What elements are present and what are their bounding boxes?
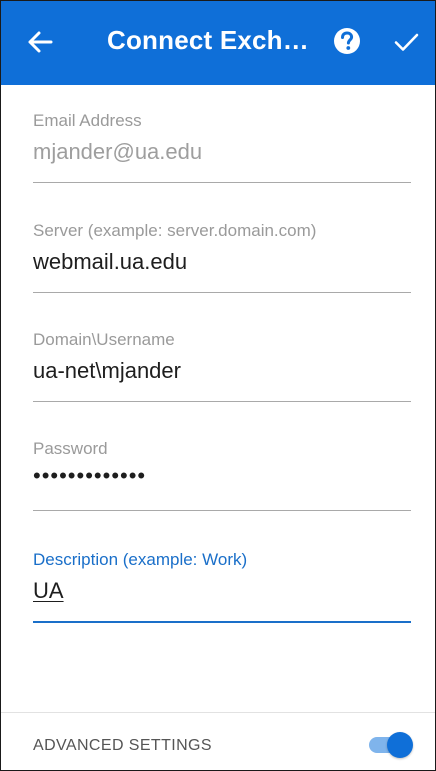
username-underline: [33, 401, 411, 402]
divider: [1, 712, 435, 713]
server-underline: [33, 292, 411, 293]
server-label: Server (example: server.domain.com): [33, 221, 317, 240]
page-title: Connect Exch…: [107, 25, 309, 55]
server-input[interactable]: webmail.ua.edu: [33, 249, 187, 275]
username-input[interactable]: ua-net\mjander: [33, 358, 181, 384]
app-bar: Connect Exch…: [1, 1, 435, 85]
username-label: Domain\Username: [33, 330, 175, 349]
email-label: Email Address: [33, 111, 142, 130]
password-label: Password: [33, 439, 108, 458]
password-input[interactable]: •••••••••••••: [33, 463, 146, 489]
arrow-left-icon[interactable]: [25, 27, 55, 57]
email-underline: [33, 182, 411, 183]
description-input[interactable]: UA: [33, 578, 64, 604]
description-label: Description (example: Work): [33, 550, 248, 569]
password-underline: [33, 510, 411, 511]
description-underline: [33, 621, 411, 623]
checkmark-icon[interactable]: [391, 27, 421, 57]
advanced-settings-label: ADVANCED SETTINGS: [33, 737, 212, 754]
advanced-settings-toggle[interactable]: [367, 730, 415, 760]
screen: Connect Exch… Email Address mjander@ua.e…: [0, 0, 436, 771]
email-value: mjander@ua.edu: [33, 139, 203, 164]
toggle-thumb: [387, 732, 413, 758]
help-circle-icon[interactable]: [333, 27, 361, 55]
